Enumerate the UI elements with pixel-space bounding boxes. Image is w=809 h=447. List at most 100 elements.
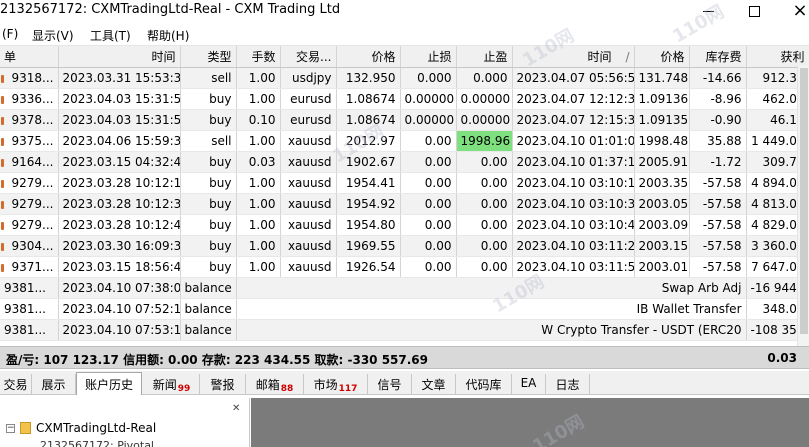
cell-type: sell xyxy=(180,67,237,89)
cell-open-time: 2023.04.03 15:31:59 xyxy=(58,88,181,110)
col-type[interactable]: 类型 xyxy=(180,46,237,68)
cell-close-time: 2023.04.10 03:10:18 xyxy=(512,172,635,194)
col-order[interactable]: 单 xyxy=(0,46,59,68)
col-size[interactable]: 手数 xyxy=(236,46,281,68)
tab-ea[interactable]: EA xyxy=(512,374,546,394)
balance-row[interactable]: 9381... 2023.04.10 07:38:02 balance Swap Ar… xyxy=(0,277,809,299)
navigator-account[interactable]: CXMTradingLtd-Real xyxy=(36,421,156,435)
cell-sl: 0.00 xyxy=(400,256,457,278)
cell-tp: 0.00 xyxy=(456,193,513,215)
col-open-time[interactable]: 时间 xyxy=(58,46,181,68)
tab-journal[interactable]: 日志 xyxy=(546,374,590,394)
cell-close-time: 2023.04.10 03:10:31 xyxy=(512,193,635,215)
cell-sl: 0.00 xyxy=(400,193,457,215)
col-open-price[interactable]: 价格 xyxy=(336,46,401,68)
navigator-close-button[interactable]: ✕ xyxy=(232,404,242,414)
navigator-subitem[interactable]: 2132567172: Pivotal... xyxy=(40,439,164,447)
tab-articles[interactable]: 文章 xyxy=(412,374,456,394)
menu-file[interactable]: (F) xyxy=(2,27,18,41)
cell-size: 0.03 xyxy=(236,151,281,173)
cell-type: buy xyxy=(180,109,237,131)
sort-indicator: / xyxy=(625,49,630,64)
cell-size: 1.00 xyxy=(236,172,281,194)
cell-open-price: 132.950 xyxy=(336,67,401,89)
cell-swap: -8.96 xyxy=(689,88,747,110)
balance-row[interactable]: 9381... 2023.04.10 07:52:16 balance IB Wall… xyxy=(0,298,809,320)
cell-symbol: xauusd xyxy=(280,256,337,278)
tab-exposure[interactable]: 展示 xyxy=(32,374,76,394)
maximize-button[interactable] xyxy=(731,0,777,22)
col-symbol[interactable]: 交易... xyxy=(280,46,337,68)
col-profit[interactable]: 获利 xyxy=(746,46,809,68)
menu-view[interactable]: 显示(V) xyxy=(32,27,74,44)
tab-trade[interactable]: 交易 xyxy=(0,374,32,394)
minimize-button[interactable] xyxy=(685,0,731,22)
cell-comment: Swap Arb Adj xyxy=(236,277,747,299)
tab-news[interactable]: 新闻99 xyxy=(144,374,200,394)
cell-open-price: 1954.41 xyxy=(336,172,401,194)
col-close-price[interactable]: 价格 xyxy=(634,46,690,68)
vertical-scrollbar[interactable] xyxy=(797,66,809,369)
cell-open-price: 1902.67 xyxy=(336,151,401,173)
tab-label: 文章 xyxy=(421,378,446,392)
cell-open-price: 2012.97 xyxy=(336,130,401,152)
cell-size: 1.00 xyxy=(236,130,281,152)
col-sl[interactable]: 止损 xyxy=(400,46,457,68)
tab-label: 新闻 xyxy=(152,378,177,392)
cell-time: 2023.04.10 07:38:02 xyxy=(58,277,181,299)
table-row[interactable]: 9279... 2023.03.28 10:12:17 buy 1.00 xauusd 1… xyxy=(0,172,809,194)
cell-type: buy xyxy=(180,88,237,110)
tab-account-history[interactable]: 账户历史 xyxy=(76,372,142,395)
table-row[interactable]: 9371... 2023.03.15 18:56:43 buy 1.00 xauusd 1… xyxy=(0,256,809,278)
table-row[interactable]: 9304... 2023.03.30 16:09:35 buy 1.00 xauusd 1… xyxy=(0,235,809,257)
col-close-time[interactable]: 时间 / xyxy=(512,46,635,68)
order-marker-icon xyxy=(1,74,4,83)
tab-label: 展示 xyxy=(41,378,66,392)
order-number: 9378... xyxy=(11,112,54,127)
tab-label: 交易 xyxy=(3,378,28,392)
col-swap[interactable]: 库存费 xyxy=(689,46,747,68)
table-row[interactable]: 9279... 2023.03.28 10:12:34 buy 1.00 xauusd 1… xyxy=(0,193,809,215)
cell-order: 9371... xyxy=(0,256,59,278)
tab-market[interactable]: 市场117 xyxy=(304,374,368,394)
cell-open-price: 1954.92 xyxy=(336,193,401,215)
col-tp[interactable]: 止盈 xyxy=(456,46,513,68)
col-close-time-label: 时间 xyxy=(587,49,612,64)
table-header: 单 时间 类型 手数 交易... 价格 止损 止盈 时间 / 价格 库存费 获利 xyxy=(0,46,809,68)
table-row[interactable]: 9164... 2023.03.15 04:32:42 buy 0.03 xauusd 1… xyxy=(0,151,809,173)
tab-code-base[interactable]: 代码库 xyxy=(456,374,512,394)
menu-help[interactable]: 帮助(H) xyxy=(147,27,189,44)
menu-tools[interactable]: 工具(T) xyxy=(90,27,131,44)
tab-mailbox[interactable]: 邮箱88 xyxy=(246,374,304,394)
summary-text: 盈/亏: 107 123.17 信用额: 0.00 存款: 223 434.55… xyxy=(6,353,429,367)
balance-row[interactable]: 9381... 2023.04.10 07:53:17 balance W Crypt… xyxy=(0,319,809,341)
cell-symbol: usdjpy xyxy=(280,67,337,89)
cell-order: 9336... xyxy=(0,88,59,110)
account-history-grid: 单 时间 类型 手数 交易... 价格 止损 止盈 时间 / 价格 库存费 获利 … xyxy=(0,46,809,346)
cell-open-time: 2023.03.30 16:09:35 xyxy=(58,235,181,257)
table-row[interactable]: 9279... 2023.03.28 10:12:49 buy 1.00 xauusd 1… xyxy=(0,214,809,236)
market-badge: 117 xyxy=(338,384,358,394)
tab-label: EA xyxy=(520,376,537,390)
cell-open-price: 1.08674 xyxy=(336,109,401,131)
cell-size: 1.00 xyxy=(236,88,281,110)
tab-signals[interactable]: 信号 xyxy=(368,374,412,394)
navigator-panel: ✕ − CXMTradingLtd-Real 2132567172: Pivot… xyxy=(0,398,250,447)
collapse-icon[interactable]: − xyxy=(6,424,15,433)
cell-open-time: 2023.04.03 15:31:59 xyxy=(58,109,181,131)
table-row[interactable]: 9336... 2023.04.03 15:31:59 buy 1.00 eurusd 1… xyxy=(0,88,809,110)
scrollbar-thumb[interactable] xyxy=(800,68,808,334)
tab-label: 日志 xyxy=(555,378,580,392)
table-row[interactable]: 9378... 2023.04.03 15:31:59 buy 0.10 eurusd 1… xyxy=(0,109,809,131)
tab-alerts[interactable]: 警报 xyxy=(200,374,246,394)
minimize-icon xyxy=(702,10,714,12)
cell-open-price: 1926.54 xyxy=(336,256,401,278)
cell-tp: 0.00000 xyxy=(456,88,513,110)
cell-close-time: 2023.04.10 01:37:19 xyxy=(512,151,635,173)
cell-symbol: xauusd xyxy=(280,214,337,236)
close-button[interactable]: × xyxy=(777,0,809,22)
cell-tp: 0.00 xyxy=(456,235,513,257)
cell-tp: 0.00 xyxy=(456,256,513,278)
table-row[interactable]: 9375... 2023.04.06 15:59:33 sell 1.00 xauusd… xyxy=(0,130,809,152)
table-row[interactable]: 9318... 2023.03.31 15:53:33 sell 1.00 usdjpy… xyxy=(0,67,809,89)
